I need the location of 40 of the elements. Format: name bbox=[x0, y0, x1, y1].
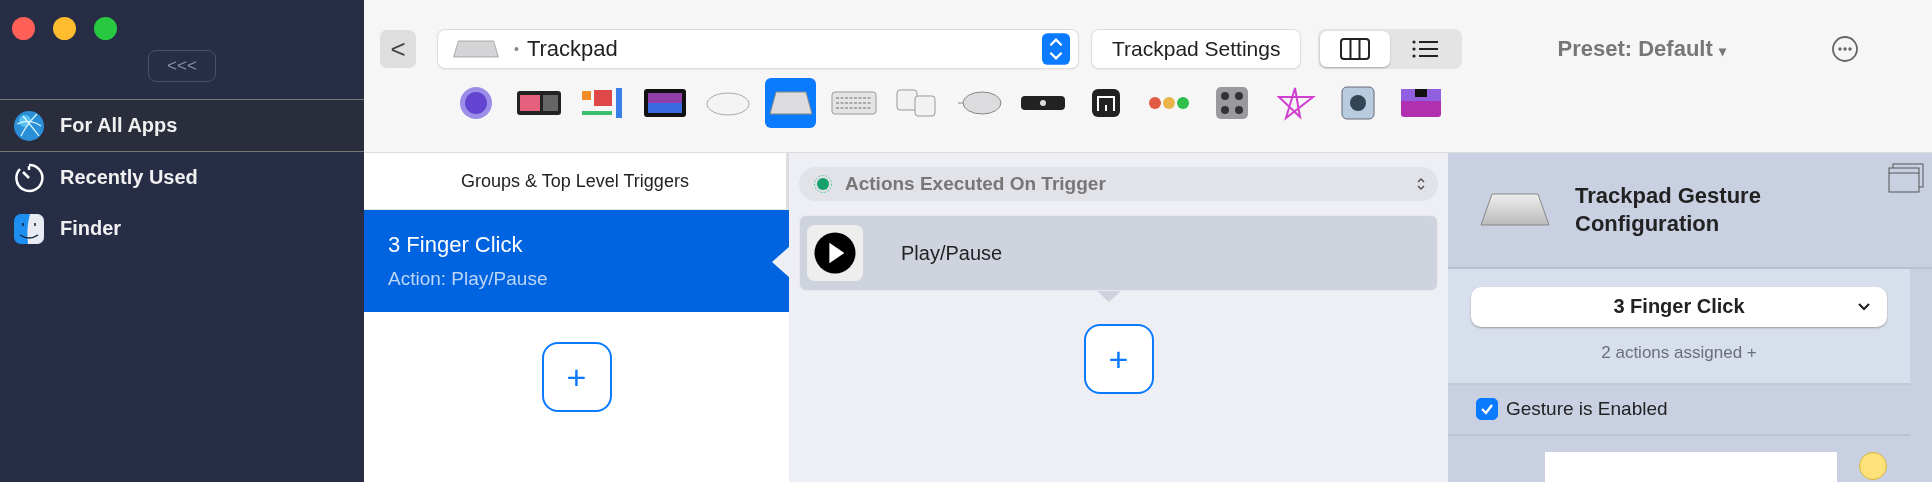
gesture-dropdown[interactable]: 3 Finger Click bbox=[1471, 286, 1887, 327]
view-mode-control[interactable] bbox=[1318, 29, 1463, 69]
actions-header[interactable]: Actions Executed On Trigger bbox=[799, 167, 1438, 201]
add-action-button[interactable]: + bbox=[1083, 324, 1154, 394]
finder-icon bbox=[13, 212, 45, 245]
preset-menu[interactable]: Preset: Default ▾ bbox=[1557, 36, 1726, 62]
columns-view-button[interactable] bbox=[1320, 31, 1391, 67]
minimize-button[interactable] bbox=[53, 17, 76, 40]
stepper-icon bbox=[1042, 33, 1070, 65]
trackpad-device-button[interactable] bbox=[765, 78, 816, 128]
more-icon[interactable] bbox=[1830, 35, 1859, 63]
columns-icon bbox=[1340, 38, 1371, 60]
device-popup[interactable]: • Trackpad bbox=[438, 30, 1078, 68]
enabled-checkbox[interactable]: Gesture is Enabled bbox=[1448, 382, 1910, 436]
add-trigger-button[interactable]: + bbox=[541, 342, 612, 412]
globe-icon bbox=[13, 109, 45, 142]
sidebar-item[interactable]: Recently Used bbox=[0, 152, 364, 203]
callout-notch bbox=[1097, 291, 1121, 302]
trackpad-settings-button[interactable]: Trackpad Settings bbox=[1092, 30, 1301, 68]
back-button[interactable]: < bbox=[380, 30, 416, 68]
sidebar-item[interactable]: Finder bbox=[0, 203, 364, 254]
status-icon bbox=[813, 174, 833, 194]
column-header: Groups & Top Level Triggers bbox=[461, 170, 689, 192]
collapse-button[interactable]: <<< bbox=[148, 50, 216, 82]
actions-count: 2 actions assigned + bbox=[1601, 342, 1757, 363]
close-button[interactable] bbox=[12, 17, 35, 40]
trackpad-icon bbox=[452, 39, 500, 59]
timer-icon bbox=[13, 161, 45, 194]
checkbox[interactable] bbox=[1476, 398, 1498, 421]
trackpad-icon bbox=[1480, 192, 1550, 227]
zoom-button[interactable] bbox=[94, 17, 117, 40]
action-item[interactable]: Play/Pause bbox=[799, 215, 1438, 291]
trigger-item[interactable]: 3 Finger Click Action: Play/Pause bbox=[364, 210, 789, 312]
chevron-icon bbox=[1857, 301, 1871, 312]
input-field[interactable] bbox=[1545, 452, 1837, 482]
stepper-icon bbox=[1416, 176, 1426, 192]
panel-title: Trackpad Gesture Configuration bbox=[1575, 182, 1762, 238]
list-icon bbox=[1411, 39, 1440, 59]
sidebar-item[interactable]: For All Apps bbox=[0, 99, 364, 152]
play-icon bbox=[807, 225, 863, 281]
